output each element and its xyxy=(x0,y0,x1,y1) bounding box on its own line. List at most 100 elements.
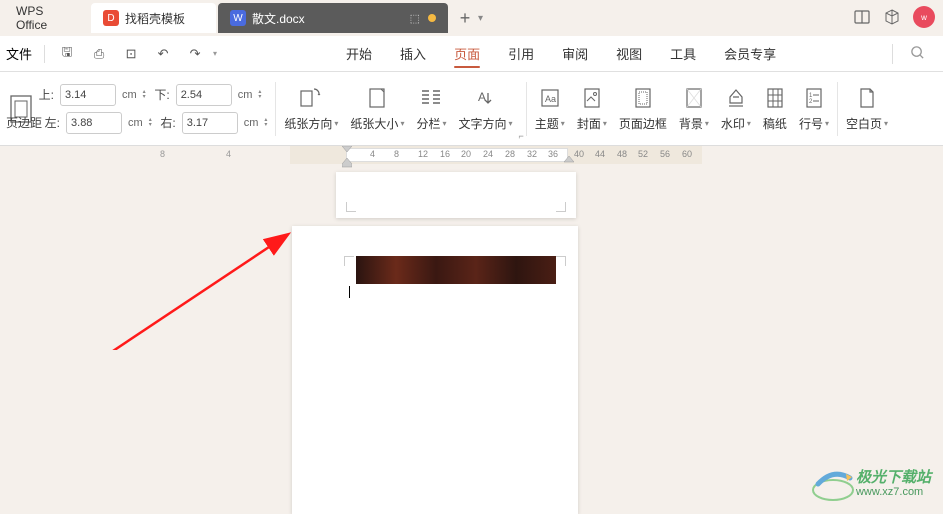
indent-marker-top[interactable] xyxy=(342,146,352,152)
save-icon[interactable]: 🖫 xyxy=(53,40,81,68)
window-layout-icon[interactable] xyxy=(853,8,871,26)
ruler-tick: 8 xyxy=(394,149,399,159)
cube-icon[interactable] xyxy=(883,8,901,26)
preview-icon[interactable]: ⊡ xyxy=(117,40,145,68)
ruler-tick: 48 xyxy=(617,149,627,159)
blank-page-label: 空白页 xyxy=(846,115,882,132)
display-icon[interactable]: ⬚ xyxy=(410,12,420,25)
indent-marker-right[interactable] xyxy=(564,156,574,164)
theme-button[interactable]: Aa 主题▾ xyxy=(529,81,571,136)
ruler-tick: 24 xyxy=(483,149,493,159)
ruler-tick: 4 xyxy=(370,149,375,159)
spinner-icon[interactable]: ▴▾ xyxy=(143,90,146,100)
unsaved-dot-icon xyxy=(428,14,436,22)
horizontal-ruler[interactable]: 4 8 12 16 20 24 28 32 36 40 44 48 52 56 … xyxy=(290,146,702,164)
margin-group-label: 页边距 xyxy=(6,114,42,131)
main-tabs: 开始 插入 页面 引用 审阅 视图 工具 会员专享 xyxy=(332,36,790,72)
tab-view[interactable]: 视图 xyxy=(602,36,656,72)
qat-dropdown[interactable]: ▾ xyxy=(213,49,217,58)
chevron-down-icon: ▾ xyxy=(747,119,751,128)
ruler-tick: 12 xyxy=(418,149,428,159)
tab-template-label: 找稻壳模板 xyxy=(125,10,185,27)
line-number-label: 行号 xyxy=(799,115,823,132)
add-tab-button[interactable]: + xyxy=(450,8,480,29)
line-number-button[interactable]: 12 行号▾ xyxy=(793,81,835,136)
separator xyxy=(837,82,838,136)
blank-page-button[interactable]: 空白页▾ xyxy=(840,81,894,136)
margin-corner xyxy=(556,256,566,266)
title-tab-bar: WPS Office D 找稻壳模板 W 散文.docx ⬚ + ▾ w xyxy=(0,0,943,36)
ruler-tick: 8 xyxy=(160,149,165,159)
chevron-down-icon: ▾ xyxy=(603,119,607,128)
unit-label: cm xyxy=(238,89,253,101)
tab-app[interactable]: WPS Office xyxy=(4,3,89,33)
tab-menu-dropdown[interactable]: ▾ xyxy=(478,13,483,24)
ruler-tick: 28 xyxy=(505,149,515,159)
dialog-launcher-icon[interactable]: ⌐ xyxy=(519,131,524,141)
columns-button[interactable]: 分栏▾ xyxy=(410,81,452,136)
genko-button[interactable]: 稿纸 xyxy=(757,81,793,136)
tab-document[interactable]: W 散文.docx ⬚ xyxy=(218,3,448,33)
cover-button[interactable]: 封面▾ xyxy=(571,81,613,136)
genko-icon xyxy=(765,85,785,111)
margin-left-input[interactable]: 3.88 xyxy=(66,112,122,134)
spinner-icon[interactable]: ▴▾ xyxy=(264,118,267,128)
columns-icon xyxy=(420,85,442,111)
tab-template[interactable]: D 找稻壳模板 xyxy=(91,3,216,33)
ruler-tick: 52 xyxy=(638,149,648,159)
ruler-tick: 40 xyxy=(574,149,584,159)
search-icon[interactable] xyxy=(910,45,925,65)
orientation-label: 纸张方向 xyxy=(284,115,332,132)
tab-member[interactable]: 会员专享 xyxy=(710,36,790,72)
page-1-bottom xyxy=(336,172,576,218)
ruler-tick: 44 xyxy=(595,149,605,159)
orientation-button[interactable]: 纸张方向▾ xyxy=(278,81,344,136)
chevron-down-icon: ▾ xyxy=(825,119,829,128)
tab-review[interactable]: 审阅 xyxy=(548,36,602,72)
print-icon[interactable]: ⎙ xyxy=(85,40,113,68)
tab-page[interactable]: 页面 xyxy=(440,36,494,72)
page-border-icon xyxy=(633,85,653,111)
columns-label: 分栏 xyxy=(416,115,440,132)
spinner-icon[interactable]: ▴▾ xyxy=(149,118,152,128)
text-direction-icon: A xyxy=(475,85,497,111)
ruler-tick: 16 xyxy=(440,149,450,159)
svg-text:A: A xyxy=(478,90,486,104)
separator xyxy=(526,82,527,136)
undo-icon[interactable]: ↶ xyxy=(149,40,177,68)
tab-insert[interactable]: 插入 xyxy=(386,36,440,72)
ruler-tick: 20 xyxy=(461,149,471,159)
orientation-icon xyxy=(299,85,323,111)
watermark-icon xyxy=(725,85,747,111)
document-image[interactable] xyxy=(356,256,556,284)
margin-bottom-input[interactable]: 2.54 xyxy=(176,84,232,106)
margin-right-input[interactable]: 3.17 xyxy=(182,112,238,134)
redo-icon[interactable]: ↷ xyxy=(181,40,209,68)
chevron-down-icon: ▾ xyxy=(884,119,888,128)
document-canvas[interactable]: 8 4 4 8 12 16 20 24 28 32 36 40 44 48 52… xyxy=(0,146,943,514)
chevron-down-icon: ▾ xyxy=(334,119,338,128)
margin-corner xyxy=(556,202,566,212)
margin-corner xyxy=(346,202,356,212)
tab-tools[interactable]: 工具 xyxy=(656,36,710,72)
unit-label: cm xyxy=(122,89,137,101)
ruler-tick: 32 xyxy=(527,149,537,159)
svg-text:Aa: Aa xyxy=(545,94,556,104)
indent-marker-bottom[interactable] xyxy=(342,158,352,168)
background-button[interactable]: 背景▾ xyxy=(673,81,715,136)
watermark-button[interactable]: 水印▾ xyxy=(715,81,757,136)
paper-size-label: 纸张大小 xyxy=(350,115,398,132)
page-border-button[interactable]: 页面边框 xyxy=(613,81,673,136)
tab-start[interactable]: 开始 xyxy=(332,36,386,72)
spinner-icon[interactable]: ▴▾ xyxy=(258,90,261,100)
template-icon: D xyxy=(103,10,119,26)
margin-top-input[interactable]: 3.14 xyxy=(60,84,116,106)
text-direction-button[interactable]: A 文字方向▾ xyxy=(452,81,518,136)
margin-right-value: 3.17 xyxy=(187,117,208,129)
paper-size-button[interactable]: 纸张大小▾ xyxy=(344,81,410,136)
menu-bar: 文件 🖫 ⎙ ⊡ ↶ ↷ ▾ 开始 插入 页面 引用 审阅 视图 工具 会员专享 xyxy=(0,36,943,72)
ribbon: 上: 3.14 cm ▴▾ 下: 2.54 cm ▴▾ 页边距 左: 3.88 … xyxy=(0,72,943,146)
tab-reference[interactable]: 引用 xyxy=(494,36,548,72)
file-menu[interactable]: 文件 xyxy=(2,44,36,63)
user-avatar[interactable]: w xyxy=(913,6,935,28)
